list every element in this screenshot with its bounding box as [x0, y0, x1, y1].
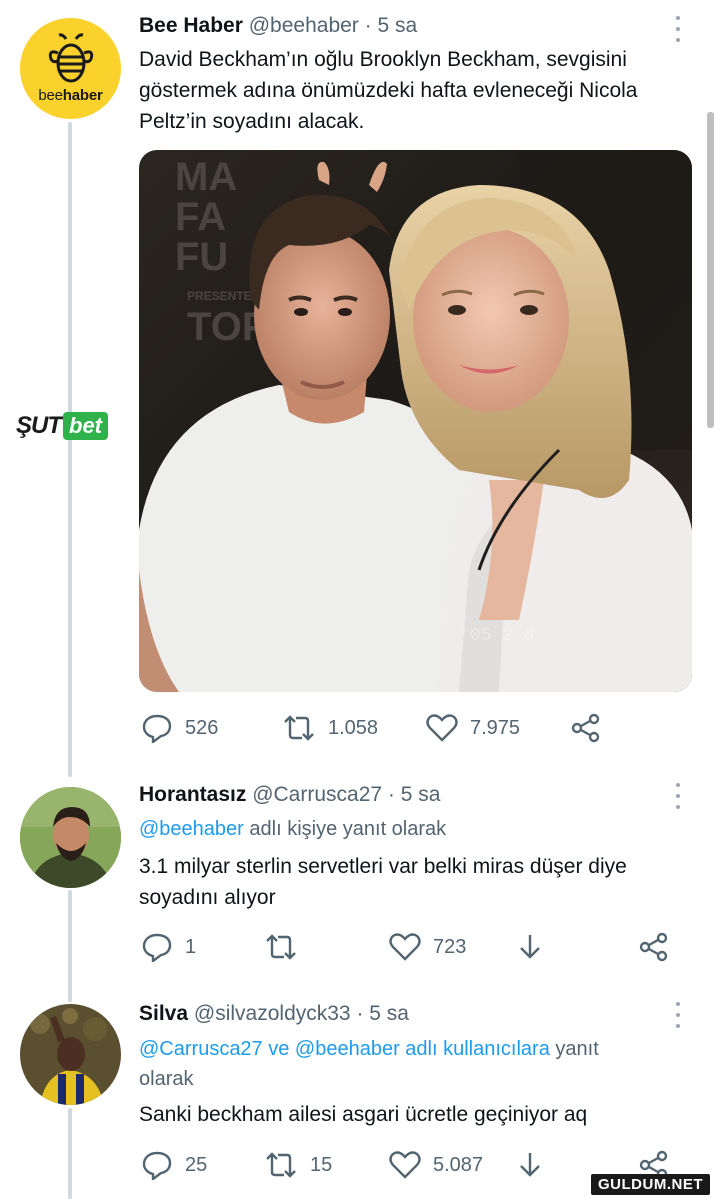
svg-text:PRESENTED: PRESENTED: [187, 289, 261, 303]
replying-to: @beehaber adlı kişiye yanıt olarak: [139, 818, 447, 840]
author-name[interactable]: Bee Haber: [139, 14, 243, 37]
silva-avatar[interactable]: [20, 1004, 121, 1105]
retweet-icon: [266, 1152, 296, 1178]
separator-dot: ·: [364, 14, 372, 37]
share-button[interactable]: [571, 713, 601, 743]
reply-button[interactable]: 25: [141, 1150, 207, 1180]
reply-count: 526: [185, 716, 219, 739]
tweet-time[interactable]: 5 sa: [369, 1002, 409, 1025]
beehaber-logo-text: beehaber: [38, 87, 103, 104]
retweet-icon: [266, 934, 296, 960]
beehaber-avatar[interactable]: beehaber: [20, 18, 121, 119]
scrollbar[interactable]: [707, 112, 714, 428]
tweet-photo[interactable]: MA FA FU PRESENTED TOP '05 2 8: [139, 150, 692, 692]
more-options-icon[interactable]: [674, 16, 682, 42]
tweet-text: Sanki beckham ailesi asgari ücretle geçi…: [139, 1103, 588, 1126]
download-button[interactable]: [515, 932, 545, 962]
share-icon: [639, 932, 668, 962]
profile-photo: [20, 1004, 121, 1105]
author-handle[interactable]: @beehaber: [249, 14, 359, 37]
reply-button[interactable]: 526: [141, 713, 218, 743]
retweet-count: 15: [310, 1153, 333, 1176]
author-handle[interactable]: @Carrusca27: [252, 783, 382, 806]
sponsor-logo: ŞUT bet: [16, 412, 108, 440]
heart-icon: [426, 714, 458, 742]
retweet-button[interactable]: 1.058: [282, 713, 378, 743]
reply-count: 1: [185, 935, 197, 958]
tweet-header: Silva @silvazoldyck33 · 5 sa: [139, 1002, 409, 1026]
share-icon: [571, 713, 600, 743]
thread-line-1: [68, 122, 72, 777]
heart-icon: [389, 933, 421, 961]
more-options-icon[interactable]: [674, 783, 682, 809]
reply-icon: [142, 933, 172, 962]
download-button[interactable]: [515, 1150, 545, 1180]
svg-text:FA: FA: [175, 195, 226, 239]
retweet-icon: [284, 715, 314, 741]
separator-dot: ·: [387, 783, 395, 806]
thread-line-3: [68, 1108, 72, 1199]
tweet-header: Bee Haber @beehaber · 5 sa: [139, 14, 417, 38]
reply-to-link[interactable]: @beehaber: [139, 818, 244, 840]
reply-count: 25: [185, 1153, 208, 1176]
arrow-down-icon: [520, 1153, 540, 1177]
tweet-header: Horantasız @Carrusca27 · 5 sa: [139, 783, 440, 807]
tweet-text: David Beckham’ın oğlu Brooklyn Beckham, …: [139, 48, 638, 133]
reply-icon: [142, 714, 172, 743]
like-count: 723: [433, 935, 467, 958]
share-button[interactable]: [639, 932, 669, 962]
svg-text:FU: FU: [175, 235, 228, 279]
profile-photo: [20, 787, 121, 888]
heart-icon: [389, 1151, 421, 1179]
reply-button[interactable]: 1: [141, 932, 196, 962]
tweet-time[interactable]: 5 sa: [401, 783, 441, 806]
bee-logo-icon: [48, 33, 93, 83]
arrow-down-icon: [520, 935, 540, 959]
tweet-time[interactable]: 5 sa: [378, 14, 418, 37]
svg-text:MA: MA: [175, 155, 237, 199]
author-handle[interactable]: @silvazoldyck33: [194, 1002, 351, 1025]
like-count: 5.087: [433, 1153, 484, 1176]
retweet-count: 1.058: [328, 716, 379, 739]
like-button[interactable]: 7.975: [426, 713, 520, 743]
more-options-icon[interactable]: [674, 1002, 682, 1028]
author-name[interactable]: Silva: [139, 1002, 188, 1025]
thread-line-2: [68, 890, 72, 1002]
like-count: 7.975: [470, 716, 521, 739]
like-button[interactable]: 5.087: [389, 1150, 483, 1180]
like-button[interactable]: 723: [389, 932, 466, 962]
horantasiz-avatar[interactable]: [20, 787, 121, 888]
retweet-button[interactable]: [264, 932, 298, 962]
watermark: GULDUM.NET: [591, 1174, 710, 1195]
retweet-button[interactable]: 15: [264, 1150, 332, 1180]
replying-to: @Carrusca27 ve @beehaber adlı kullanıcıl…: [139, 1038, 599, 1090]
separator-dot: ·: [356, 1002, 364, 1025]
author-name[interactable]: Horantasız: [139, 783, 246, 806]
svg-text:'05 2 8: '05 2 8: [459, 626, 535, 646]
tweet-text: 3.1 milyar sterlin servetleri var belki …: [139, 855, 627, 909]
reply-to-link[interactable]: @Carrusca27 ve @beehaber adlı kullanıcıl…: [139, 1038, 550, 1060]
couple-photo: MA FA FU PRESENTED TOP '05 2 8: [139, 150, 692, 692]
reply-icon: [142, 1151, 172, 1180]
